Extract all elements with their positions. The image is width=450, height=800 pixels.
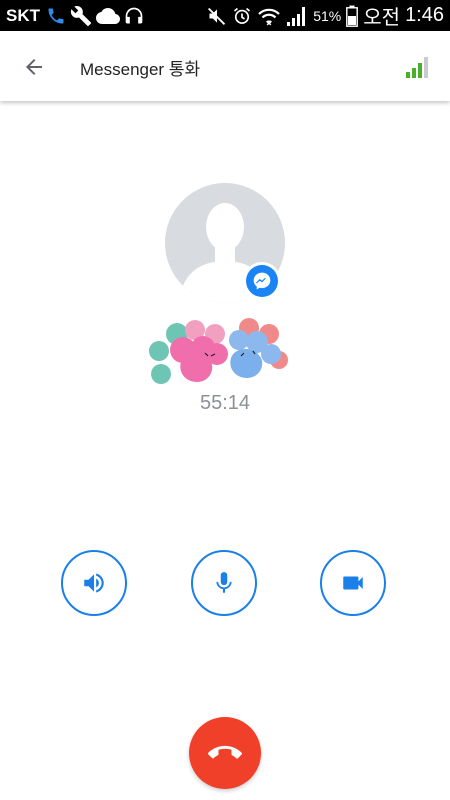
hang-up-icon <box>208 736 242 770</box>
wifi-icon <box>257 5 281 27</box>
alarm-icon <box>232 6 252 26</box>
arrow-left-icon <box>22 55 46 79</box>
clock: 1:46 <box>405 4 444 26</box>
back-button[interactable] <box>18 51 50 83</box>
cloud-icon <box>96 6 120 26</box>
microphone-button[interactable] <box>191 550 257 616</box>
microphone-icon <box>211 570 237 596</box>
speaker-button[interactable] <box>61 550 127 616</box>
status-bar-right: 51% 오전 1:46 <box>207 3 444 29</box>
battery-percent: 51% <box>313 7 342 24</box>
page-title: Messenger 통화 <box>80 60 201 79</box>
video-button[interactable] <box>320 550 386 616</box>
status-bar: SKT 51% 오전 1:46 <box>0 0 450 31</box>
status-bar-left: SKT <box>6 4 144 28</box>
speaker-icon <box>81 570 107 596</box>
mute-icon <box>207 6 227 26</box>
messenger-icon <box>246 265 278 297</box>
call-duration: 55:14 <box>199 392 251 414</box>
video-camera-icon <box>340 570 366 596</box>
cellular-signal-icon <box>286 5 308 27</box>
end-call-button[interactable] <box>189 717 261 789</box>
app-bar: Messenger 통화 <box>0 31 450 101</box>
am-pm-label: 오전 <box>363 7 401 29</box>
caller-name-obscured <box>145 318 295 388</box>
carrier-label: SKT <box>6 6 40 25</box>
headphones-icon <box>124 6 144 26</box>
messenger-badge <box>243 262 281 300</box>
call-quality-icon <box>404 55 432 79</box>
battery-icon <box>346 5 359 27</box>
phone-icon <box>46 6 66 26</box>
wrench-icon <box>70 5 92 27</box>
